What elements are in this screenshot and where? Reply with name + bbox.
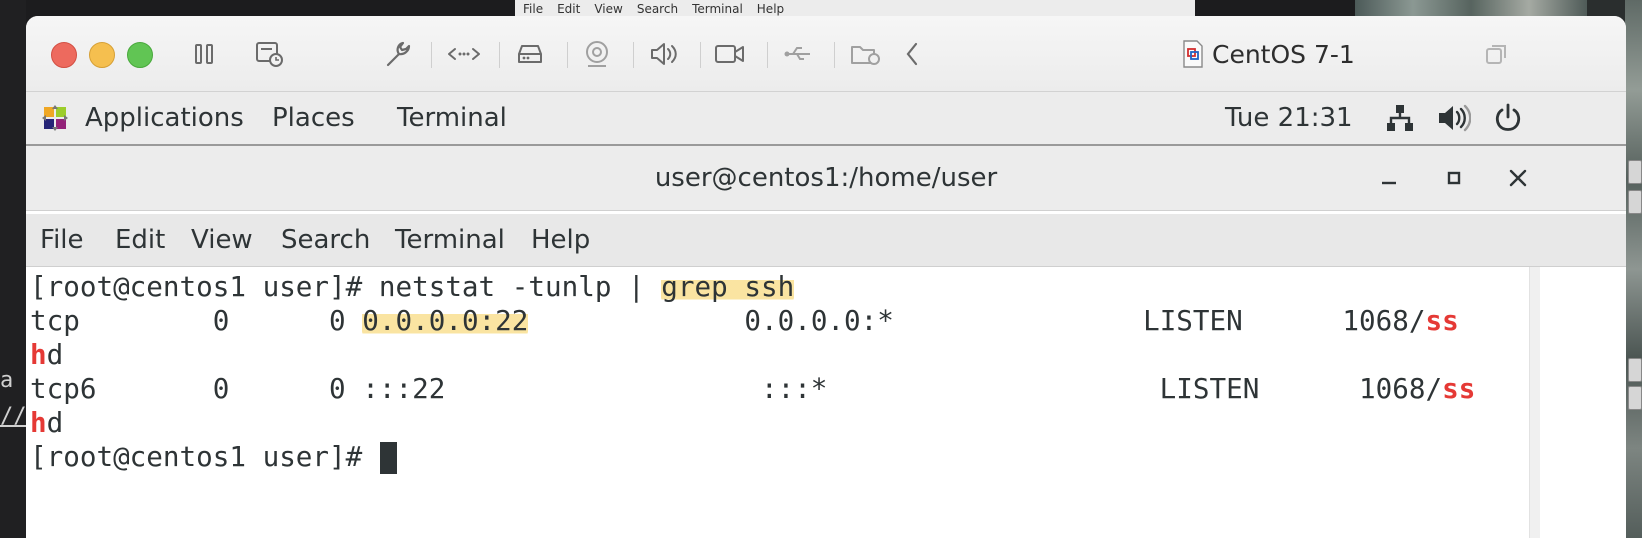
terminal-line: hd [30,338,63,372]
terminal-app-menu[interactable]: Terminal [397,92,507,144]
terminal-line: [root@centos1 user]# [30,440,397,474]
terminal-line: tcp 0 0 0.0.0.0:22 0.0.0.0:* LISTEN 1068… [30,304,1459,338]
desktop-side-icon [1628,386,1642,410]
menu-edit[interactable]: Edit [115,214,165,266]
toolbar-separator [633,42,634,68]
camera-icon[interactable] [579,36,615,72]
host-menu-file[interactable]: File [523,2,543,16]
terminal-output[interactable]: [root@centos1 user]# netstat -tunlp | gr… [26,267,1626,538]
match-highlight: ss [1442,372,1476,405]
toolbar-separator [499,42,500,68]
usb-icon[interactable] [780,36,816,72]
match-highlight: h [30,406,47,439]
power-icon[interactable] [1493,92,1523,144]
menu-help[interactable]: Help [531,214,590,266]
host-menu-view[interactable]: View [594,2,622,16]
toolbar-separator [567,42,568,68]
host-menu-terminal[interactable]: Terminal [692,2,743,16]
toolbar-separator [767,42,768,68]
desktop-photo-thumbnail [1355,0,1587,16]
shared-folder-icon[interactable] [848,36,884,72]
vm-window: CentOS 7-1 Applications Places Terminal … [26,16,1626,538]
close-window-button[interactable] [51,42,77,68]
prompt-text: [root@centos1 user]# [30,440,379,473]
vm-titlebar: CentOS 7-1 [26,16,1626,92]
sound-icon[interactable] [646,36,682,72]
desktop-background-left [0,0,26,538]
host-menu-search[interactable]: Search [637,2,678,16]
toolbar-separator [431,42,432,68]
command-text: [root@centos1 user]# netstat -tunlp | [30,270,662,303]
vm-title: CentOS 7-1 [1182,36,1355,72]
match-highlight: h [30,338,47,371]
output-text: d [46,406,64,439]
output-text: 0.0.0.0:* LISTEN 1068/ [528,304,1426,337]
settings-icon[interactable] [379,36,415,72]
vm-title-text: CentOS 7-1 [1212,39,1355,69]
places-menu[interactable]: Places [272,92,355,144]
applications-menu[interactable]: Applications [41,92,244,144]
output-text: d [46,338,64,371]
desktop-photo-strip [1625,0,1642,538]
highlighted-address: 0.0.0.0:22 [362,304,529,337]
hard-disk-icon[interactable] [512,36,548,72]
host-menu-edit[interactable]: Edit [557,2,580,16]
menu-view[interactable]: View [191,214,253,266]
background-text-fragment: a [0,368,14,393]
vm-document-icon [1183,40,1203,68]
desktop-side-icon [1628,160,1642,184]
zoom-window-button[interactable] [127,42,153,68]
applications-label: Applications [85,103,244,133]
highlighted-command: grep ssh [661,270,795,303]
desktop-side-icon [1628,358,1642,382]
close-button[interactable] [1500,160,1536,196]
clock[interactable]: Tue 21:31 [1225,92,1353,144]
menu-search[interactable]: Search [281,214,370,266]
volume-icon[interactable] [1437,92,1471,144]
output-text: tcp 0 0 [30,304,363,337]
minimize-button[interactable] [1371,160,1407,196]
terminal-line: hd [30,406,63,440]
pause-icon[interactable] [186,36,222,72]
video-camera-icon[interactable] [712,36,748,72]
terminal-menubar: File Edit View Search Terminal Help [26,214,1626,267]
terminal-titlebar: user@centos1:/home/user [26,146,1626,211]
window-restore-icon[interactable] [1479,36,1515,72]
terminal-line: tcp6 0 0 :::22 :::* LISTEN 1068/ss [30,372,1475,406]
host-menu-help[interactable]: Help [757,2,784,16]
menu-terminal[interactable]: Terminal [395,214,505,266]
desktop-side-icon [1628,190,1642,214]
toolbar-separator [834,42,835,68]
terminal-scrollbar[interactable] [1529,267,1540,538]
terminal-line: [root@centos1 user]# netstat -tunlp | gr… [30,270,795,304]
gnome-top-bar: Applications Places Terminal Tue 21:31 [26,92,1626,146]
menu-file[interactable]: File [40,214,84,266]
maximize-button[interactable] [1436,160,1472,196]
minimize-window-button[interactable] [89,42,115,68]
network-icon[interactable] [1385,92,1415,144]
match-highlight: ss [1425,304,1459,337]
text-cursor [379,442,397,474]
back-chevron-icon[interactable] [894,36,930,72]
network-arrows-icon[interactable] [446,36,482,72]
toolbar-separator [700,42,701,68]
output-text: tcp6 0 0 :::22 :::* LISTEN 1068/ [30,372,1443,405]
snapshot-icon[interactable] [252,36,288,72]
centos-logo-icon [42,105,68,131]
